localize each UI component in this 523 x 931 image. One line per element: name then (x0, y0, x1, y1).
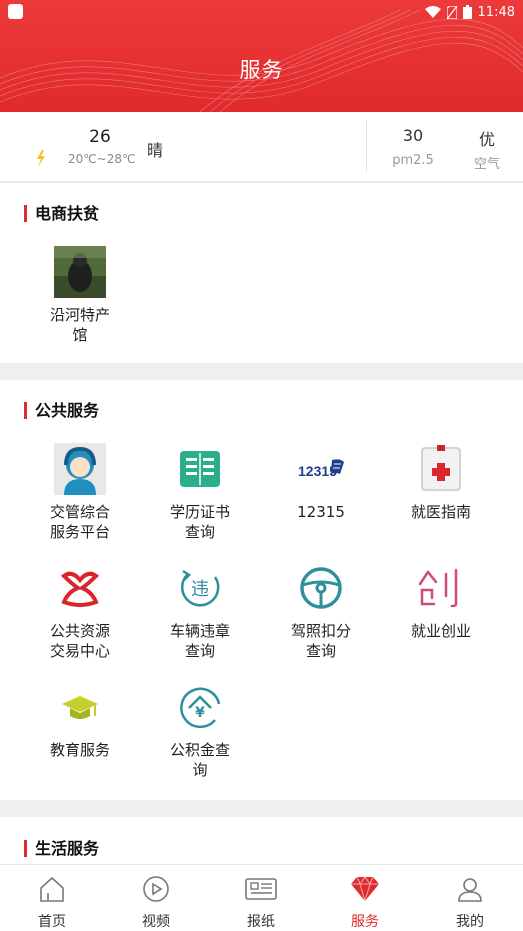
section-title-public: 公共服务 (24, 402, 99, 419)
notification-icon (8, 4, 23, 19)
housing-fund-icon: ¥ (173, 680, 227, 734)
service-label-line1: 公共资源 (49, 622, 110, 640)
bottom-tab-bar: 首页 视频 报纸 服务 我的 (0, 864, 523, 931)
certificate-book-icon (173, 442, 227, 496)
service-item-public-resource[interactable]: 公共资源 交易中心 (20, 561, 140, 661)
service-label-line2: 查询 (305, 642, 336, 660)
service-label-line1: 12315 (297, 503, 345, 521)
service-label-line2: 馆 (72, 326, 88, 344)
tab-label: 首页 (38, 914, 66, 930)
12315-logo-icon: 12315 (294, 442, 348, 496)
service-item-education[interactable]: 教育服务 (20, 680, 140, 760)
tab-mine[interactable]: 我的 (418, 865, 522, 931)
service-label-line1: 驾照扣分 (290, 622, 351, 640)
battery-icon (462, 5, 472, 19)
section-title-life: 生活服务 (24, 840, 99, 857)
service-item-housing-fund[interactable]: ¥ 公积金查询 (140, 680, 260, 780)
tab-service[interactable]: 服务 (313, 865, 417, 931)
graduation-cap-icon (53, 680, 107, 734)
trading-center-logo-icon (53, 561, 107, 615)
aqi-label: pm2.5 (392, 153, 434, 168)
weather-temperature: 26 (89, 127, 111, 147)
thunder-cloud-icon (37, 138, 52, 167)
service-item-12315[interactable]: 12315 12315 (261, 442, 381, 522)
violation-icon: 违 (173, 561, 227, 615)
steering-wheel-icon (294, 561, 348, 615)
tab-label: 视频 (142, 914, 170, 930)
service-item-specialty-store[interactable]: 沿河特产馆 (20, 245, 140, 345)
weather-bar[interactable]: 26 20℃~28℃ 晴 30 pm2.5 优 空气 (0, 112, 523, 182)
svg-text:违: 违 (191, 579, 209, 600)
service-label-line1: 就业创业 (410, 622, 471, 640)
entrepreneurship-icon (414, 561, 468, 615)
service-label-line2: 查询 (184, 523, 215, 541)
customer-service-icon (53, 442, 107, 496)
service-label-line2: 交易中心 (49, 642, 110, 660)
service-label-line2: 查询 (184, 642, 215, 660)
service-item-license-points[interactable]: 驾照扣分 查询 (261, 561, 381, 661)
newspaper-icon (245, 878, 277, 900)
service-label-line1: 学历证书 (169, 503, 230, 521)
tab-label: 报纸 (247, 914, 275, 930)
status-time: 11:48 (477, 4, 515, 20)
weather-condition: 晴 (147, 141, 164, 160)
service-label-line1: 教育服务 (49, 741, 110, 759)
air-quality-value: 优 (478, 130, 495, 149)
ecommerce-section: 电商扶贫 沿河特产馆 (0, 183, 523, 363)
wifi-icon (424, 6, 441, 18)
weather-divider (366, 120, 367, 172)
tab-newspaper[interactable]: 报纸 (209, 865, 313, 931)
service-label-line1: 就医指南 (410, 503, 471, 521)
service-item-vehicle-violation[interactable]: 违 车辆违章 查询 (140, 561, 260, 661)
page-title: 服务 (239, 58, 284, 82)
service-label-line2: 询 (192, 761, 208, 779)
tab-video[interactable]: 视频 (104, 865, 208, 931)
weather-temp-range: 20℃~28℃ (68, 152, 136, 166)
tab-label: 服务 (351, 914, 379, 930)
svg-text:¥: ¥ (195, 705, 205, 721)
status-bar: 11:48 (0, 0, 523, 24)
air-quality-label: 空气 (473, 157, 500, 172)
medical-kit-icon (414, 442, 468, 496)
service-item-employment[interactable]: 就业创业 (381, 561, 501, 641)
service-label-line1: 沿河特产 (49, 306, 110, 324)
home-icon (40, 876, 64, 902)
service-label-line1: 公积金查 (169, 741, 230, 759)
user-icon (458, 878, 482, 902)
tab-label: 我的 (456, 914, 484, 930)
aqi-value: 30 (402, 126, 424, 145)
service-item-medical-guide[interactable]: 就医指南 (381, 442, 501, 522)
service-label-line1: 车辆违章 (169, 622, 230, 640)
service-label-line1: 交管综合 (49, 503, 110, 521)
no-sim-icon (446, 5, 457, 19)
service-item-traffic-platform[interactable]: 交管综合 服务平台 (20, 442, 140, 542)
video-play-icon (143, 876, 169, 902)
service-item-diploma-query[interactable]: 学历证书 查询 (140, 442, 260, 542)
public-service-section: 公共服务 交管综合 服务平台 学历证书 查询 12315 12315 就医指南 … (0, 380, 523, 800)
header: 11:48 服务 (0, 0, 523, 112)
tab-home[interactable]: 首页 (0, 865, 104, 931)
service-label-line2: 服务平台 (49, 523, 110, 541)
specialty-store-photo (53, 245, 107, 299)
section-title-ecommerce: 电商扶贫 (24, 205, 99, 222)
diamond-icon (351, 876, 379, 903)
